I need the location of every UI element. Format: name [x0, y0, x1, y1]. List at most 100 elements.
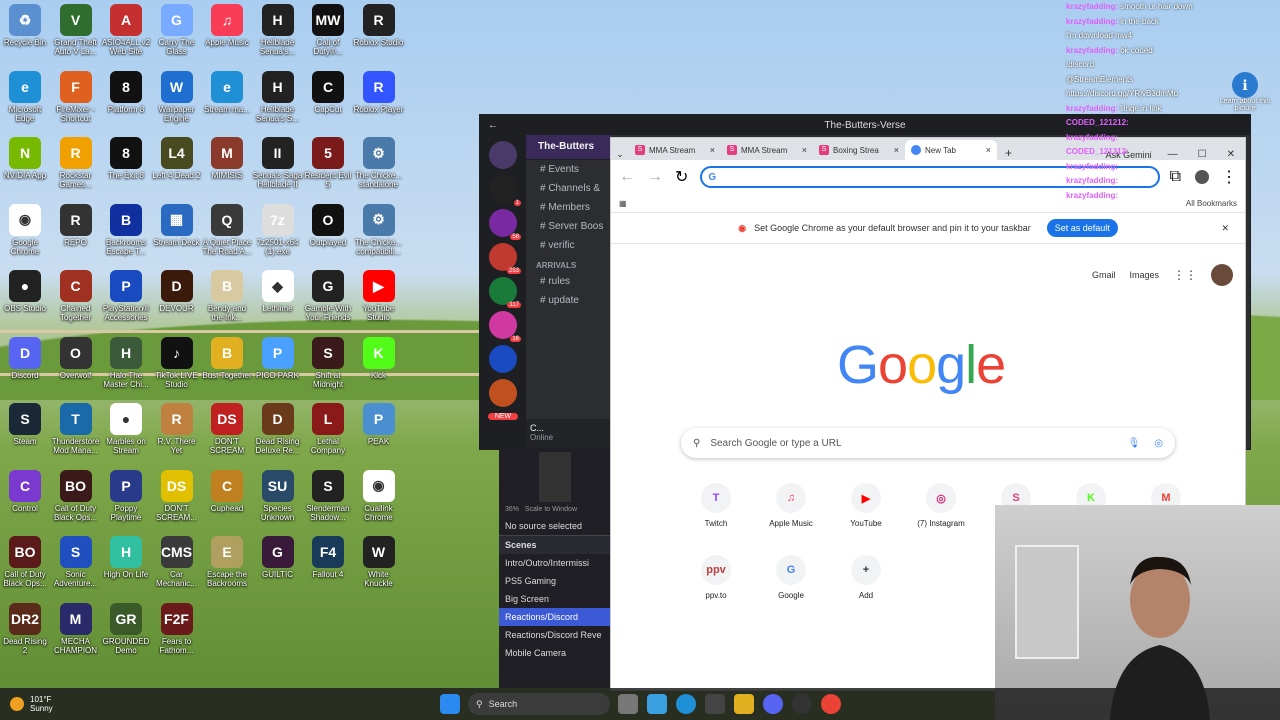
desktop-icon[interactable]: B Backrooms Escape T...	[101, 203, 151, 256]
chrome-taskbar-icon[interactable]	[821, 694, 841, 714]
desktop-icon[interactable]: 7z 7z2501-x64 (1).exe	[253, 203, 303, 256]
desktop-icon[interactable]: P PlayStation® Accessories	[101, 270, 151, 322]
guild-icon[interactable]	[489, 345, 517, 373]
tab-close-icon[interactable]: ×	[894, 145, 899, 155]
desktop-icon[interactable]: SU Species Unknown	[253, 469, 303, 522]
shortcut-tile[interactable]: ◎ (7) Instagram	[906, 483, 976, 528]
back-arrow-icon[interactable]: ←	[488, 120, 498, 131]
desktop-icon[interactable]: C Chained Together	[51, 270, 101, 322]
obs-scene-item[interactable]: Intro/Outro/Intermissi	[499, 554, 611, 572]
shortcut-tile[interactable]: T Twitch	[681, 483, 751, 528]
browser-tab[interactable]: S MMA Stream ×	[629, 140, 721, 160]
mic-icon[interactable]: 🎙	[1128, 438, 1141, 449]
guild-icon[interactable]: 1	[489, 175, 521, 206]
gmail-link[interactable]: Gmail	[1092, 270, 1116, 280]
guild-icon[interactable]: 117	[489, 277, 521, 308]
category-header[interactable]: ARRIVALS	[526, 255, 612, 272]
desktop-icon[interactable]: M MECHA CHAMPION	[51, 602, 101, 655]
desktop-icon[interactable]: QA Quiet Place The Road A...	[202, 203, 252, 256]
desktop-icon[interactable]: DS DON'T SCREAM...	[152, 469, 202, 522]
obs-zoom[interactable]: 36%	[505, 506, 519, 513]
desktop-icon[interactable]: H Hellblade Senua's...	[253, 4, 303, 56]
guild-icon[interactable]	[489, 141, 517, 169]
obs-scene-item[interactable]: Reactions/Discord	[499, 608, 611, 626]
desktop-icon[interactable]: ● OBS Studio	[0, 270, 50, 313]
desktop-icon[interactable]: C Control	[0, 469, 50, 513]
desktop-icon[interactable]: GR GROUNDED Demo	[101, 602, 151, 655]
desktop-icon[interactable]: ⚙ The Chicke... compatibili...	[354, 203, 404, 256]
browser-tab[interactable]: New Tab ×	[905, 140, 997, 160]
desktop-icon[interactable]: BO Call of Duty Black Ops...	[51, 469, 101, 522]
channel-item[interactable]: # update	[526, 291, 612, 310]
channel-item[interactable]: # Channels &	[526, 179, 612, 198]
channel-item[interactable]: # verific	[526, 236, 612, 255]
desktop-icon[interactable]: BO Call of Duty Black Ops...	[0, 536, 50, 588]
tab-close-icon[interactable]: ×	[710, 145, 715, 155]
google-apps-icon[interactable]: ⋮⋮	[1173, 268, 1197, 282]
store-icon[interactable]	[705, 694, 725, 714]
tab-close-icon[interactable]: ×	[802, 145, 807, 155]
desktop-icon[interactable]: F4 Fallout 4	[303, 536, 353, 579]
desktop-icon[interactable]: M MIMISIS	[202, 137, 252, 180]
guild-icon[interactable]	[489, 379, 517, 407]
guild-icon[interactable]: 58	[489, 209, 521, 240]
desktop-icon[interactable]: S Steam	[0, 403, 50, 446]
desktop-icon[interactable]: L4 Left 4 Dead 2	[152, 137, 202, 180]
desktop-icon[interactable]: 8 Platform 8	[101, 70, 151, 114]
desktop-icon[interactable]: e Stream ma...	[202, 70, 252, 114]
shortcut-tile[interactable]: ▶ YouTube	[831, 483, 901, 528]
new-tab-icon[interactable]: +	[1005, 146, 1012, 160]
desktop-icon[interactable]: B Bust Together	[202, 336, 252, 380]
desktop-icon[interactable]: G Gamble With Your Friends	[303, 270, 353, 322]
tab-close-icon[interactable]: ×	[986, 145, 991, 155]
guild-icon[interactable]: 16	[489, 311, 521, 342]
forward-icon[interactable]: →	[647, 168, 663, 186]
desktop-icon[interactable]: H Hellblade Senua's S...	[253, 70, 303, 123]
account-avatar[interactable]	[1211, 264, 1233, 286]
desktop-icon[interactable]: 5 Resident Evil 5	[303, 137, 353, 189]
desktop-icon[interactable]: R R.V. There Yet	[152, 403, 202, 455]
copilot-icon[interactable]	[647, 694, 667, 714]
lens-icon[interactable]: ◎	[1154, 438, 1163, 449]
desktop-icon[interactable]: S Slenderman Shadow...	[303, 469, 353, 522]
desktop-icon[interactable]: E Escape the Backrooms	[202, 536, 252, 588]
shortcut-tile[interactable]: + Add	[831, 555, 901, 600]
apps-icon[interactable]: ▦	[619, 199, 627, 208]
desktop-icon[interactable]: R Roblox Player	[354, 70, 404, 114]
desktop-icon[interactable]: S Sonic Adventure...	[51, 536, 101, 588]
start-icon[interactable]	[440, 694, 460, 714]
desktop-icon[interactable]: W White Knuckle	[354, 536, 404, 588]
desktop-icon[interactable]: ♻ Recycle Bin	[0, 4, 50, 47]
desktop-icon[interactable]: ♫ Apple Music	[202, 4, 252, 47]
desktop-icon[interactable]: N NVIDIA App	[0, 137, 50, 180]
desktop-icon[interactable]: H High On Life	[101, 536, 151, 579]
desktop-icon[interactable]: O Outplayed	[303, 203, 353, 247]
channel-item[interactable]: # rules	[526, 272, 612, 291]
channel-item[interactable]: # Members	[526, 198, 612, 217]
edge-icon[interactable]	[676, 694, 696, 714]
google-search-box[interactable]: ⚲ Search Google or type a URL 🎙 ◎	[681, 428, 1175, 458]
desktop-icon[interactable]: 8 The Exit 8	[101, 137, 151, 180]
desktop-icon[interactable]: P PEAK	[354, 403, 404, 446]
obs-taskbar-icon[interactable]	[792, 694, 812, 714]
desktop-icon[interactable]: F2F Fears to Fathom...	[152, 602, 202, 655]
set-default-button[interactable]: Set as default	[1046, 219, 1118, 237]
desktop-icon[interactable]: ◆ Lethlime	[253, 270, 303, 313]
desktop-icon[interactable]: O Overwolf	[51, 336, 101, 380]
desktop-icon[interactable]: ⚙ The Chicke... standalone	[354, 137, 404, 189]
desktop-icon[interactable]: B Bendy and the Ink...	[202, 270, 252, 322]
server-name[interactable]: The-Butters	[526, 135, 612, 160]
obs-window[interactable]: 36% Scale to Window No source selected S…	[499, 448, 611, 688]
desktop-icon[interactable]: H Halo The Master Chi...	[101, 336, 151, 389]
obs-scene-item[interactable]: Reactions/Discord Reve	[499, 626, 611, 644]
user-panel[interactable]: C... Online	[526, 419, 612, 449]
desktop-icon[interactable]: T Thunderstore Mod Mana...	[51, 403, 101, 455]
desktop-icon[interactable]: e Microsoft Edge	[0, 70, 50, 123]
desktop-icon[interactable]: ▶ YouTube Studio	[354, 270, 404, 322]
desktop-icon[interactable]: ▦ Stream Deck	[152, 203, 202, 247]
desktop-icon[interactable]: W Wallpaper Engine	[152, 70, 202, 123]
shortcut-tile[interactable]: G Google	[756, 555, 826, 600]
desktop-icon[interactable]: ♪ TikTok LIVE Studio	[152, 336, 202, 389]
shortcut-tile[interactable]: ♫ Apple Music	[756, 483, 826, 528]
discord-taskbar-icon[interactable]	[763, 694, 783, 714]
